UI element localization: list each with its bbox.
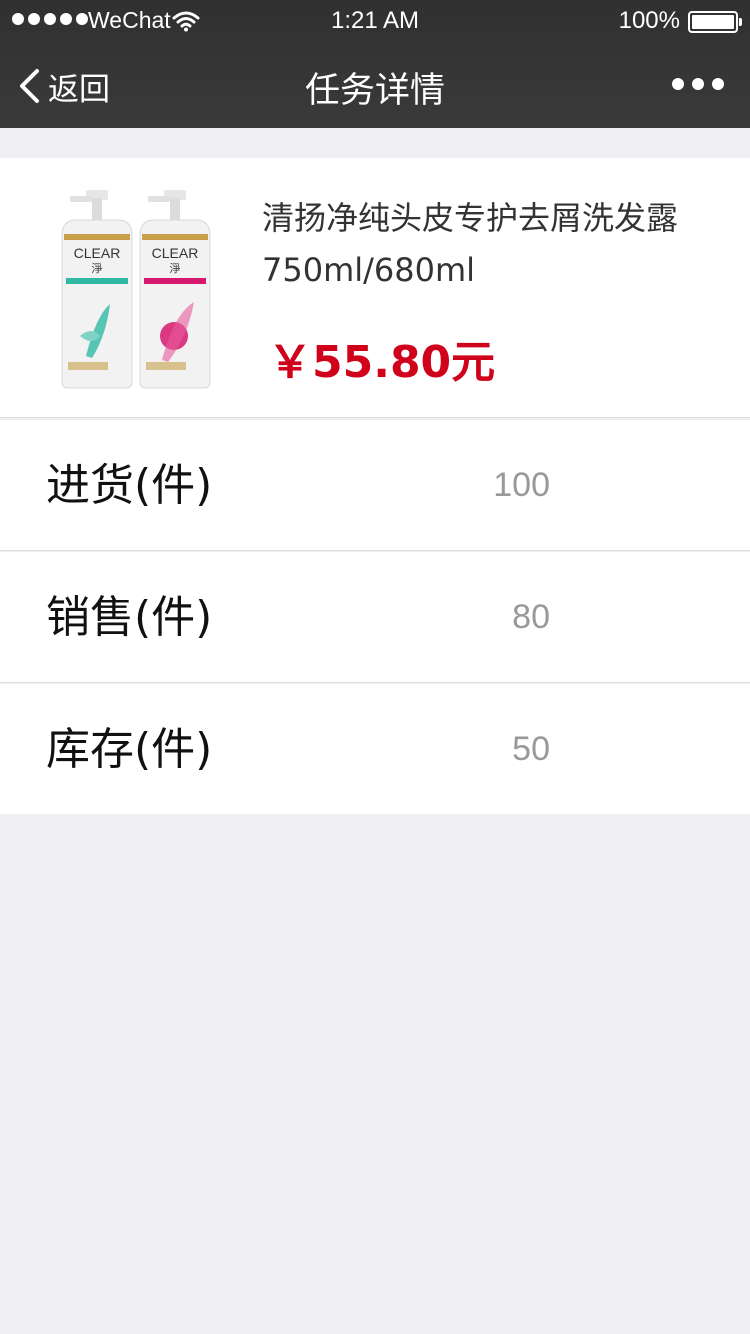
page-title: 任务详情 [304,71,445,111]
stat-value: 50 [512,730,550,768]
status-bar: WeChat 1:21 AM 100% [0,0,750,44]
product-card: CLEAR 淨 CLEAR 淨 清扬净纯头皮专护去屑洗发露750ml/680ml… [0,158,750,418]
bottle-brand-left: CLEAR [74,245,121,261]
bottle-brand-cn-right: 淨 [170,262,181,275]
product-image: CLEAR 淨 CLEAR 淨 [61,190,211,389]
stat-label: 进货(件) [46,460,213,511]
stat-row-sales: 销售(件) 80 [0,552,750,683]
stat-label: 销售(件) [46,592,213,643]
top-bar: WeChat 1:21 AM 100% 返回 任务详情 [0,0,750,128]
stat-value: 80 [512,598,550,636]
stat-row-stock: 库存(件) 50 [0,684,750,814]
product-price: ￥55.80元 [268,337,496,388]
stat-row-purchase: 进货(件) 100 [0,420,750,551]
bottle-brand-cn-left: 淨 [92,262,103,275]
stat-value: 100 [493,466,550,504]
battery-percent: 100% [618,7,680,34]
stat-label: 库存(件) [46,724,213,775]
more-dots-icon[interactable] [672,74,724,94]
navigation-bar: 返回 任务详情 [0,44,750,128]
product-name: 清扬净纯头皮专护去屑洗发露750ml/680ml [262,199,679,289]
battery-icon [688,11,742,33]
bottle-brand-right: CLEAR [152,245,199,261]
